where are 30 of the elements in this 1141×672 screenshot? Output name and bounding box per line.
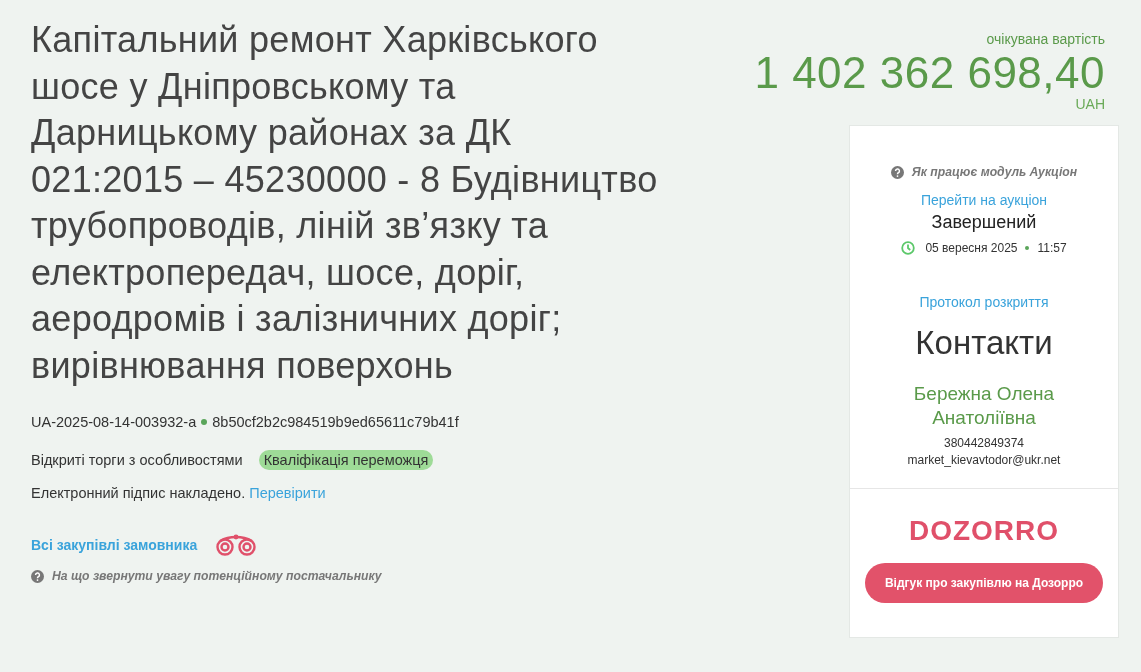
auction-date: 05 вересня 2025 xyxy=(925,241,1018,255)
binoculars-icon xyxy=(215,534,258,556)
auction-time: 11:57 xyxy=(1037,241,1067,255)
contact-email: market_kievavtodor@ukr.net xyxy=(907,453,1061,467)
help-icon xyxy=(31,569,44,583)
status-badge: Кваліфікація переможця xyxy=(258,450,434,470)
customer-tenders-link[interactable]: Всі закупівлі замовника xyxy=(31,537,198,553)
price-label: очікувана вартість xyxy=(986,31,1105,47)
contact-name: Бережна Олена Анатоліївна xyxy=(912,382,1056,430)
price-amount: 1 402 362 698,40 xyxy=(754,49,1105,97)
signature-text: Електронний підпис накладено. xyxy=(31,485,246,501)
auction-link[interactable]: Перейти на аукціон xyxy=(920,192,1048,208)
dozorro-review-button[interactable]: Відгук про закупівлю на Дозорро xyxy=(865,563,1103,603)
currency: UAH xyxy=(1075,97,1105,112)
dozorro-logo: DOZORRO xyxy=(908,515,1060,547)
verify-link[interactable]: Перевірити xyxy=(249,485,326,501)
procedure-type: Відкриті торги з особливостями xyxy=(31,452,243,468)
clock-icon xyxy=(901,241,916,255)
help-icon xyxy=(890,165,904,179)
dot-icon xyxy=(1025,246,1030,250)
tender-id: UA-2025-08-14-003932-a xyxy=(31,414,197,430)
dot-icon xyxy=(201,419,208,425)
auction-status: Завершений xyxy=(931,212,1037,233)
supplier-help-text: На що звернути увагу потенційному постачальнику xyxy=(52,569,382,583)
tender-title: Капітальний ремонт Харківського шосе у Дніпровському та Дарницькому районах за ДК 021:2015 – 45230000 - 8 Будівництво трубопроводів, ліній зв’язку та електропередач, шосе, доріг, аеродромів і залізничних доріг; вирівнювання поверхонь xyxy=(31,18,659,388)
auction-help-text: Як працює модуль Аукціон xyxy=(911,165,1078,179)
protocol-link[interactable]: Протокол розкриття xyxy=(919,294,1049,310)
contacts-heading: Контакти xyxy=(915,324,1053,362)
tender-hash: 8b50cf2b2c984519b9ed65611c79b41f xyxy=(212,414,459,430)
contact-phone: 380442849374 xyxy=(943,436,1025,450)
